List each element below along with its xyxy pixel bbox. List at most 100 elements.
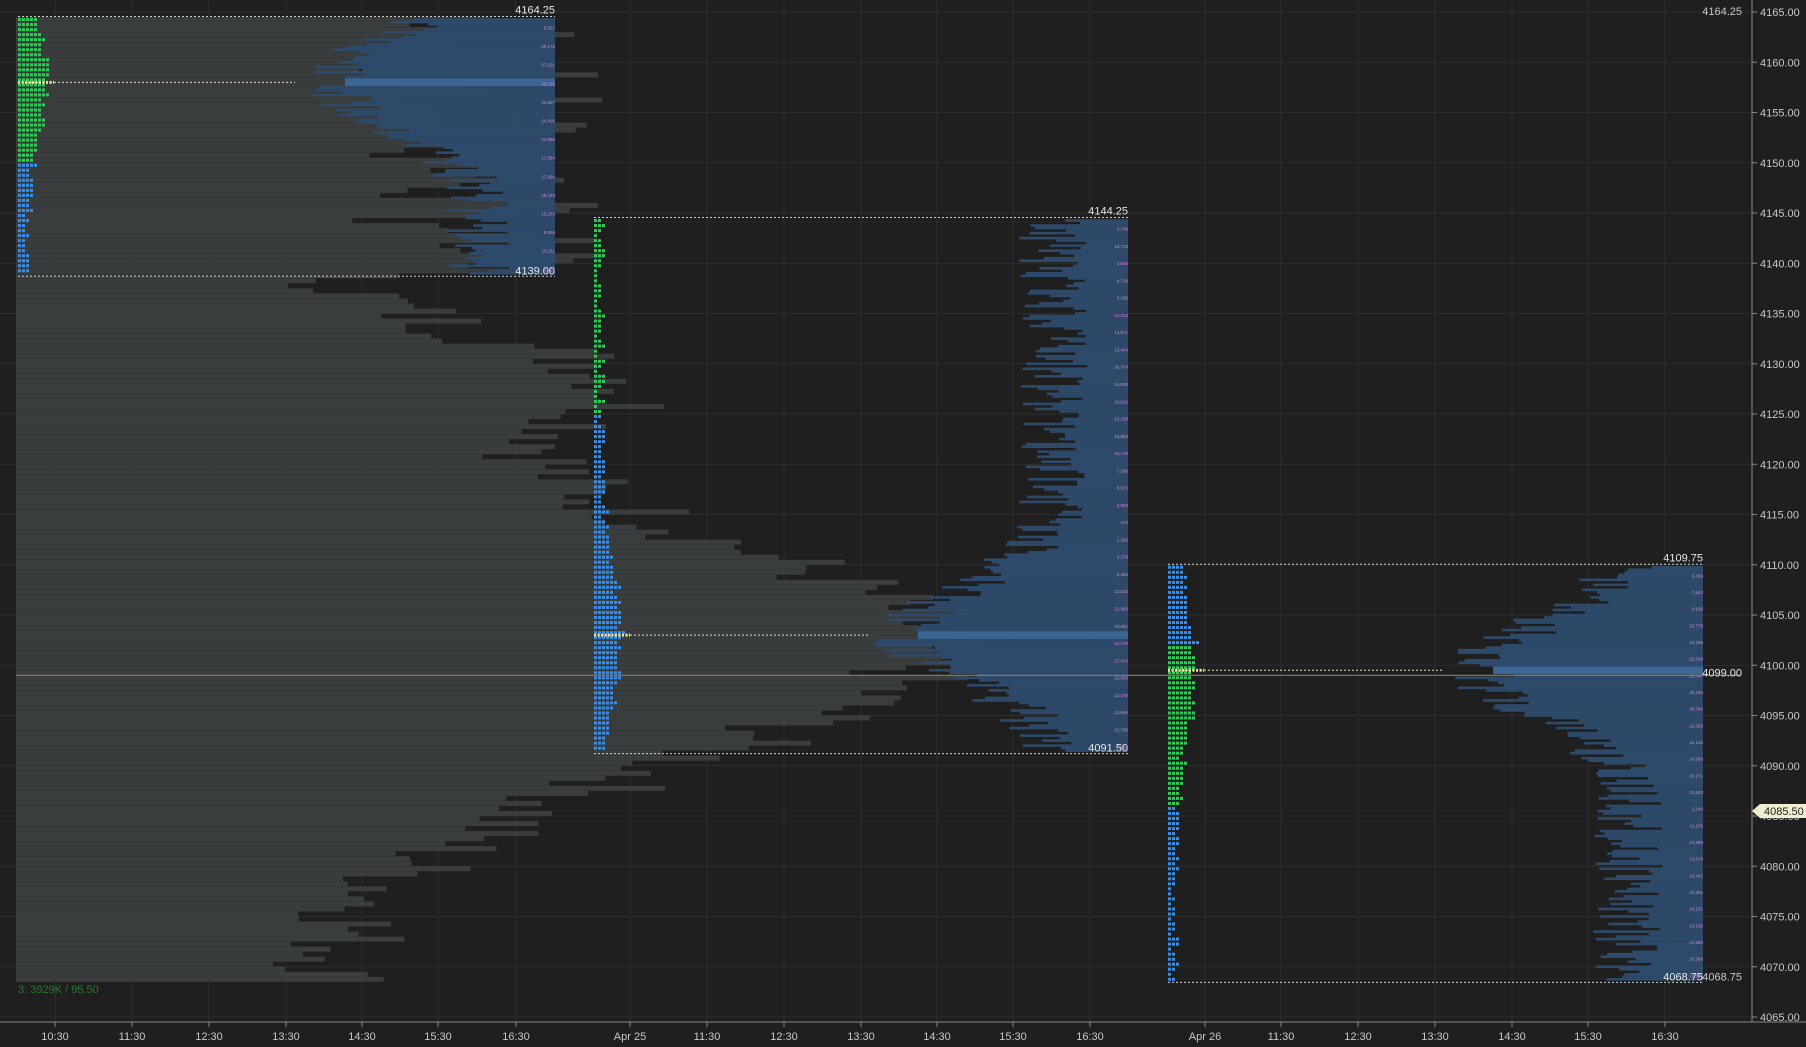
tpo-dot: [1176, 661, 1179, 665]
tpo-dot: [602, 746, 605, 750]
market-profile-chart[interactable]: 4164.254139.005,63729,17637,23149,15644,…: [0, 0, 1806, 1047]
tpo-dot: [1184, 610, 1187, 614]
tpo-dot: [1176, 701, 1179, 705]
tpo-dot: [598, 254, 601, 258]
price-tick-label: 4070.00: [1760, 962, 1800, 974]
volume-bar: [1552, 613, 1703, 617]
tpo-dot: [22, 168, 25, 172]
composite-bar: [16, 755, 720, 761]
tpo-dot: [606, 666, 609, 670]
tpo-dot: [22, 133, 25, 137]
tpo-dot: [594, 480, 597, 484]
tpo-dot: [598, 490, 601, 494]
volume-bar: [1060, 372, 1128, 376]
volume-bar: [1019, 500, 1128, 504]
volume-bar: [960, 578, 1128, 582]
volume-value-label: 19,723: [1114, 244, 1128, 249]
tpo-dot: [606, 696, 609, 700]
composite-bar: [16, 916, 299, 922]
tpo-dot: [22, 208, 25, 212]
composite-bar: [16, 951, 304, 957]
composite-bar: [16, 489, 606, 495]
tpo-dot: [18, 208, 21, 212]
tpo-dot: [602, 661, 605, 665]
volume-bar: [1006, 691, 1128, 695]
tpo-dot: [602, 510, 605, 514]
tpo-dot: [34, 108, 37, 112]
volume-bar: [1458, 661, 1703, 665]
tpo-dot: [1180, 626, 1183, 630]
tpo-dot: [1168, 827, 1171, 831]
tpo-dot: [46, 68, 49, 72]
volume-value-label: 22,301: [1689, 890, 1703, 895]
tpo-dot: [34, 28, 37, 32]
tpo-dot: [30, 208, 33, 212]
tpo-dot: [1172, 847, 1175, 851]
composite-bar: [16, 805, 500, 811]
tpo-dot: [594, 420, 597, 424]
composite-bar: [16, 836, 485, 842]
volume-bar: [942, 586, 1128, 589]
tpo-dot: [30, 23, 33, 27]
tpo-dot: [598, 706, 601, 710]
tpo-dot: [30, 58, 33, 62]
tpo-dot: [26, 163, 29, 167]
tpo-dot: [1188, 626, 1191, 630]
volume-value-label: 28,249: [541, 193, 555, 198]
tpo-dot: [1172, 957, 1175, 961]
composite-bar: [16, 941, 291, 947]
tpo-dot: [598, 535, 601, 539]
tpo-dot: [34, 143, 37, 147]
tpo-dot: [18, 133, 21, 137]
tpo-dot: [598, 580, 601, 584]
session-high-label: 4164.25: [515, 5, 555, 17]
volume-bar: [1017, 525, 1128, 529]
tpo-dot: [614, 661, 617, 665]
tpo-dot: [598, 339, 601, 343]
volume-bar: [1058, 490, 1128, 494]
tpo-dot: [598, 525, 601, 529]
tpo-dot: [1184, 731, 1187, 735]
tpo-dot: [26, 198, 29, 202]
tpo-dot: [1172, 766, 1175, 770]
volume-bar: [1029, 324, 1128, 328]
tpo-dot: [1172, 701, 1175, 705]
volume-bar: [362, 68, 555, 72]
tpo-dot: [1172, 676, 1175, 680]
tpo-dot: [1168, 781, 1171, 785]
tpo-dot: [606, 560, 609, 564]
tpo-dot: [1168, 590, 1171, 594]
tpo-dot: [1188, 641, 1191, 645]
time-tick-label: 13:30: [847, 1031, 875, 1043]
tpo-dot: [1184, 721, 1187, 725]
volume-value-label: 3,745: [1117, 227, 1129, 232]
tpo-dot: [1176, 580, 1179, 584]
volume-bar: [1068, 498, 1128, 501]
volume-bar: [949, 671, 1128, 675]
composite-bar: [16, 424, 607, 430]
volume-bar: [916, 626, 1128, 629]
volume-bar: [1590, 596, 1703, 599]
price-tick-label: 4150.00: [1760, 158, 1800, 170]
volume-bar: [377, 123, 555, 127]
volume-bar: [1051, 369, 1128, 373]
tpo-dot: [46, 93, 49, 97]
volume-bar: [1000, 719, 1128, 722]
volume-bar: [1578, 719, 1703, 722]
tpo-dot: [26, 269, 29, 273]
tpo-dot: [1172, 616, 1175, 620]
tpo-dot: [1184, 716, 1187, 720]
composite-bar: [16, 795, 507, 801]
tpo-dot: [602, 716, 605, 720]
volume-value-label: 13,670: [1689, 857, 1703, 862]
tpo-dot: [26, 38, 29, 42]
composite-bar: [16, 599, 911, 605]
volume-bar: [1076, 480, 1128, 484]
tpo-dot: [598, 329, 601, 333]
tpo-dot: [594, 229, 597, 233]
composite-bar: [16, 976, 384, 982]
composite-bar: [16, 459, 587, 465]
tpo-dot: [1168, 847, 1171, 851]
volume-bar: [1457, 686, 1703, 690]
volume-bar: [1528, 694, 1703, 697]
